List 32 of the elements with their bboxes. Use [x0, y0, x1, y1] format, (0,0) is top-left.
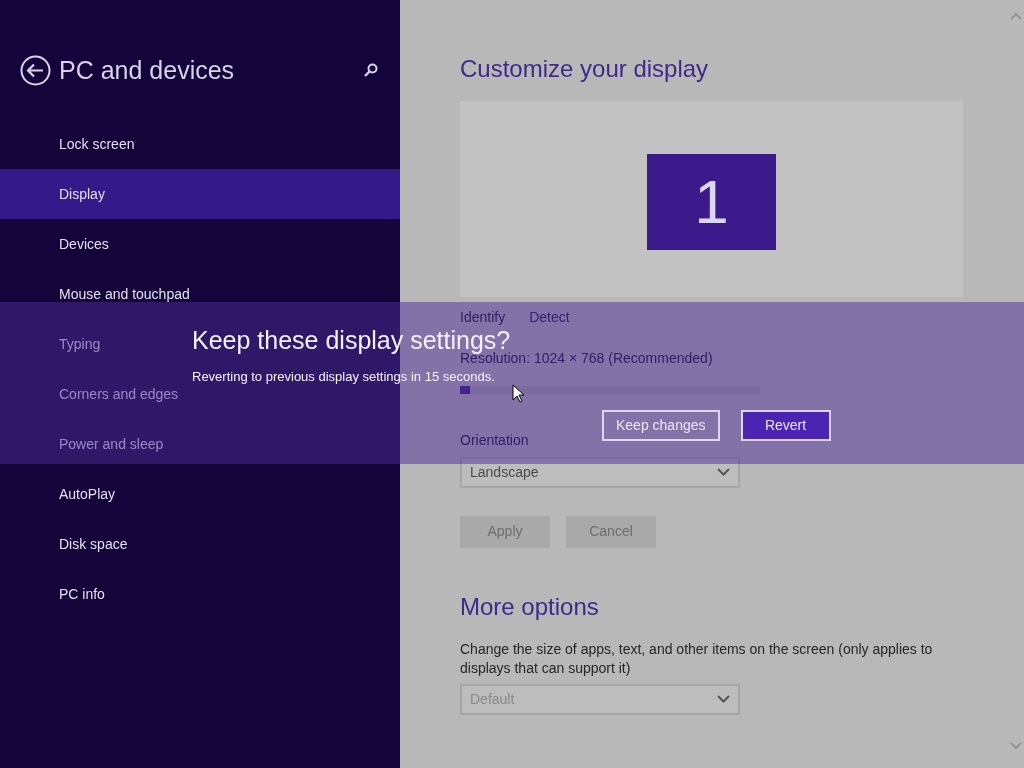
sidebar-title: PC and devices: [59, 55, 236, 86]
sidebar-item[interactable]: AutoPlay: [0, 469, 120, 519]
description-text: Change the size of apps, text, and other items on the screen (only applies to displays that can support it): [460, 639, 934, 678]
sidebar-item[interactable]: Corners and edges: [0, 369, 183, 419]
keep-changes-button[interactable]: Keep changes: [602, 410, 720, 441]
sidebar-item[interactable]: Power and sleep: [0, 419, 168, 469]
section-title: More options: [460, 592, 600, 622]
sidebar-item[interactable]: Mouse and touchpad: [0, 269, 194, 319]
back-icon[interactable]: [20, 54, 51, 86]
dialog-title: Keep these display settings?: [192, 327, 511, 354]
search-icon[interactable]: [364, 63, 378, 77]
link-button[interactable]: Identify: [460, 306, 506, 328]
chevron-icon: [717, 468, 730, 477]
sidebar-item[interactable]: Display: [0, 169, 400, 219]
sidebar-item[interactable]: PC info: [0, 569, 109, 619]
cursor-icon: [512, 384, 524, 403]
scroll-down-icon[interactable]: [1010, 742, 1022, 750]
dialog-message: Reverting to previous display settings in 15 seconds.: [192, 369, 495, 384]
sidebar-item[interactable]: Typing: [0, 319, 105, 369]
resolution-slider[interactable]: [460, 385, 760, 394]
slider-thumb[interactable]: [460, 385, 470, 394]
sidebar-item[interactable]: Disk space: [0, 519, 132, 569]
link-button[interactable]: Detect: [529, 306, 570, 328]
orientation-label: Orientation: [460, 430, 529, 450]
sidebar-item[interactable]: Lock screen: [0, 119, 139, 169]
chevron-icon: [717, 695, 730, 704]
scroll-up-icon[interactable]: [1010, 12, 1022, 20]
revert-button[interactable]: Revert: [740, 410, 831, 441]
page-title: Customize your display: [460, 55, 710, 84]
monitor-tile[interactable]: 1: [647, 153, 776, 250]
sidebar-item[interactable]: Devices: [0, 219, 113, 269]
dropdown[interactable]: Landscape: [460, 456, 740, 488]
